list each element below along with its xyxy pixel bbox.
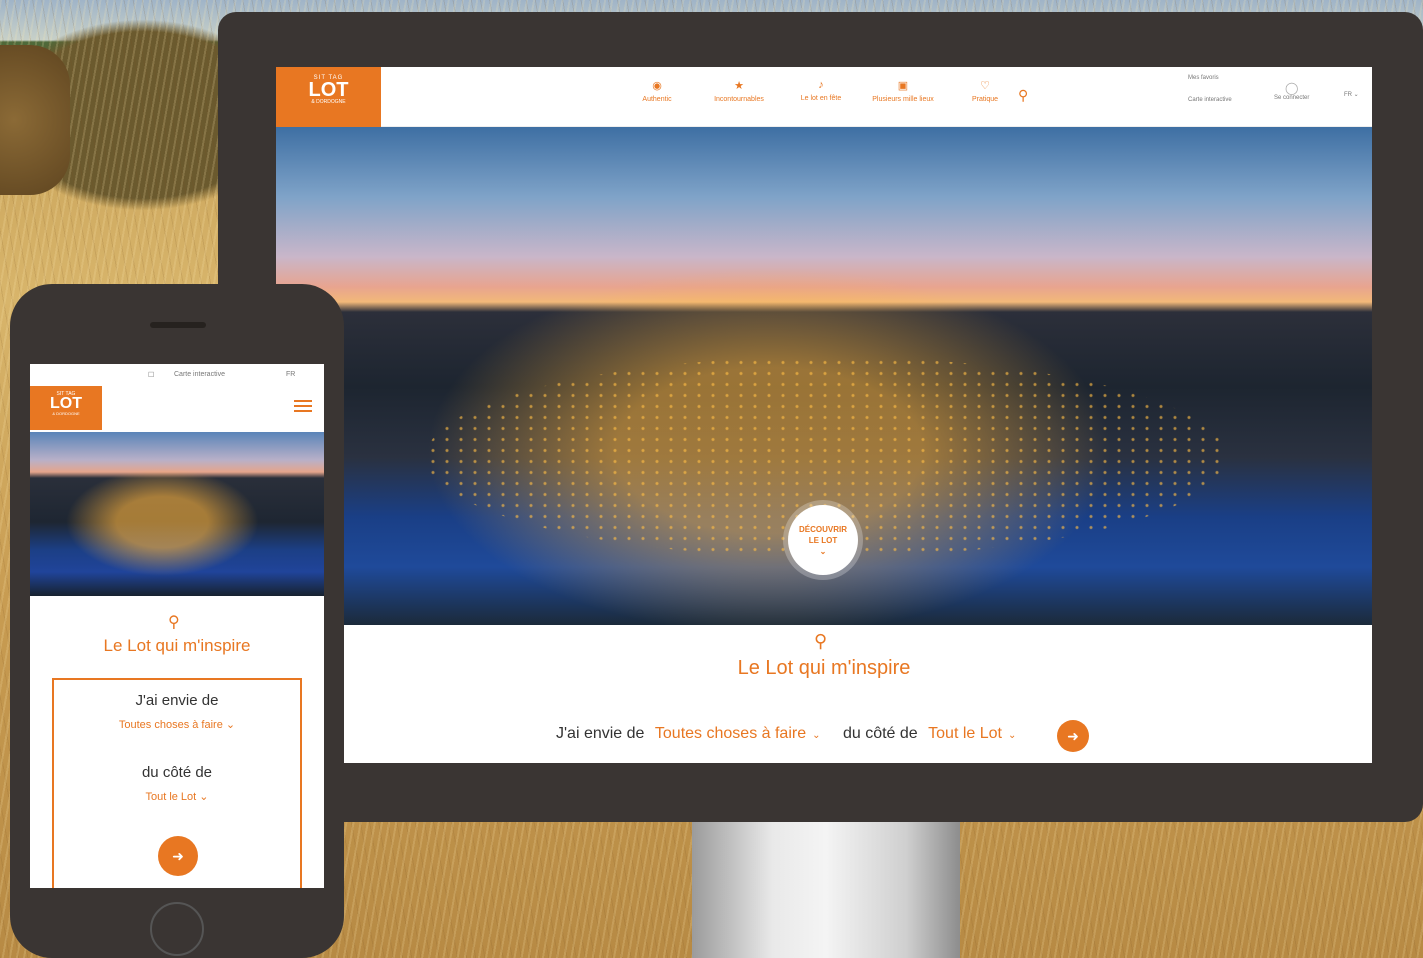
activity-search-box: J'ai envie de Toutes choses à faire ⌄ du… [52,678,302,888]
user-icon: ◯ [1284,81,1299,95]
header-links: Mes favoris Carte interactive [1188,75,1232,119]
music-icon: ♪ [818,79,824,91]
phone-speaker [150,322,206,328]
location-dropdown[interactable]: Tout le Lot [928,725,1002,742]
chevron-down-icon: ⌄ [199,791,209,803]
nav-item-lieux[interactable]: ▣ Plusieurs mille lieux [862,79,944,103]
nav-label: Plusieurs mille lieux [872,96,934,103]
search-submit-button[interactable]: ➜ [158,836,198,876]
arrow-right-icon: ➜ [172,848,184,864]
chevron-down-icon: ⌄ [812,730,821,741]
site-logo[interactable]: SIT TAG LOT & DORDOGNE [276,67,381,127]
login-label: Se connecter [1274,95,1310,101]
language-label: FR [1344,92,1352,98]
search-label-where: du côté de [842,725,918,742]
nav-item-authentic[interactable]: ◉ Authentic [616,79,698,103]
logo-text: LOT [50,395,82,412]
activity-value: Toutes choses à faire [118,719,223,731]
site-logo[interactable]: SIT TAG LOT & DORDOGNE [30,386,102,430]
section-title: Le Lot qui m'inspire [103,636,251,655]
map-link[interactable]: Carte interactive [1188,97,1232,103]
discover-line1: DÉCOUVRIR [798,525,847,534]
search-label-want: J'ai envie de [135,692,219,709]
eye-icon: ◉ [652,80,662,92]
location-value: Tout le Lot [145,791,197,803]
language-select[interactable]: FR ⌄ [1344,91,1359,98]
language-select[interactable]: FR [286,371,295,378]
hay-bale [0,45,70,195]
search-submit-button[interactable]: ➜ [1057,720,1089,752]
nav-label: Le lot en fête [800,95,842,102]
favorites-link[interactable]: Mes favoris [1188,75,1232,81]
search-icon[interactable]: ⚲ [1018,87,1028,104]
section-title: Le Lot qui m'inspire [737,657,911,679]
nav-label: Pratique [971,96,999,103]
camera-icon: ▣ [897,80,909,92]
chevron-down-icon: ⌄ [819,547,827,556]
logo-subtext: & DORDOGNE [311,99,346,105]
chevron-down-icon: ⌄ [1353,92,1359,98]
home-button[interactable] [150,902,204,956]
chevron-down-icon: ⌄ [1007,730,1017,741]
heart-icon: ♡ [980,80,990,92]
desktop-header: SIT TAG LOT & DORDOGNE ◉ Authentic ★ Incon… [276,67,1372,127]
main-nav: ◉ Authentic ★ Incontournables ♪ Le lot en f… [616,79,1026,103]
location-dropdown[interactable]: Tout le Lot ⌄ [54,790,300,803]
activity-search: J'ai envie de Toutes choses à faire ⌄ du … [556,725,1034,743]
map-pin-icon: ⚲ [814,631,828,651]
search-label-want: J'ai envie de [556,725,645,742]
nav-item-pratique[interactable]: ♡ Pratique [944,79,1026,103]
logo-text: LOT [308,79,349,101]
activity-dropdown[interactable]: Toutes choses à faire ⌄ [54,718,300,731]
nav-item-incontournables[interactable]: ★ Incontournables [698,79,780,103]
mobile-topbar: ☐ Carte interactive FR [30,364,324,386]
search-label-where: du côté de [141,764,213,781]
hamburger-menu-icon[interactable] [294,400,312,412]
mobile-phone: ☐ Carte interactive FR SIT TAG LOT & DOR… [10,284,344,958]
discover-button[interactable]: DÉCOUVRIR LE LOT ⌄ [788,505,858,575]
nav-label: Authentic [642,96,672,103]
desktop-monitor: SIT TAG LOT & DORDOGNE ◉ Authentic ★ Incon… [218,12,1423,822]
map-link[interactable]: Carte interactive [174,371,225,378]
hero-image [30,432,324,596]
login-button[interactable]: ◯ Se connecter [1274,81,1309,101]
activity-dropdown[interactable]: Toutes choses à faire [655,725,806,742]
nav-label: Incontournables [714,96,764,103]
desktop-screen: SIT TAG LOT & DORDOGNE ◉ Authentic ★ Incon… [276,67,1372,763]
favorites-icon[interactable]: ☐ [148,371,154,379]
nav-item-fete[interactable]: ♪ Le lot en fête [780,79,862,103]
mobile-screen: ☐ Carte interactive FR SIT TAG LOT & DOR… [30,364,324,888]
chevron-down-icon: ⌄ [225,719,236,731]
monitor-stand [692,822,960,958]
discover-line2: LE LOT [808,536,838,545]
arrow-right-icon: ➜ [1067,728,1079,744]
star-icon: ★ [734,80,744,92]
logo-subtext: & DORDOGNE [52,411,80,416]
map-pin-icon: ⚲ [168,614,180,631]
